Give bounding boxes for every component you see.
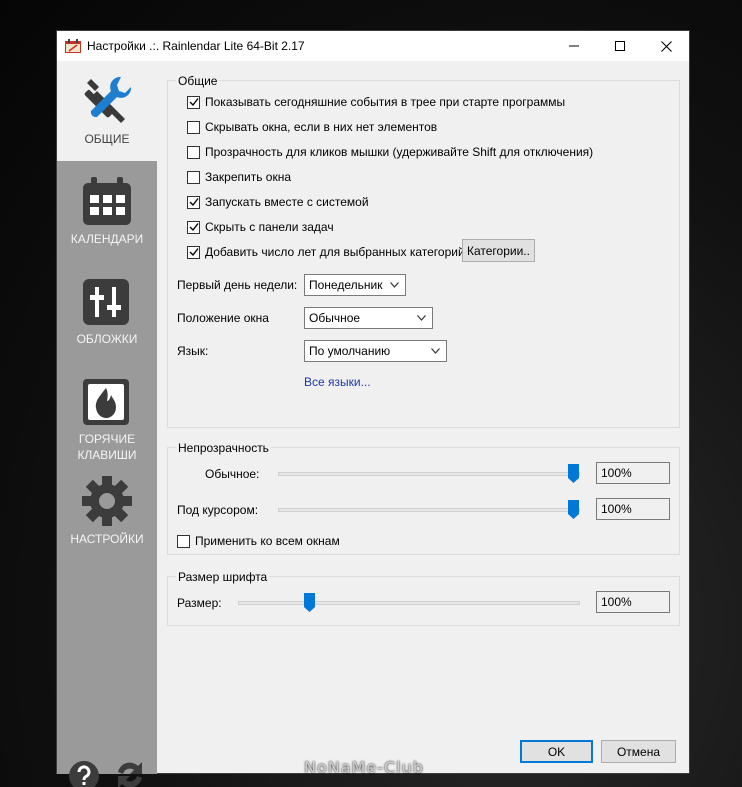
checkbox-click-through[interactable]: Прозрачность для кликов мышки (удерживай… [187,144,593,160]
checkbox-box[interactable] [187,95,200,109]
checkbox-box[interactable] [187,245,200,259]
categories-button[interactable]: Категории.. [462,239,535,262]
checkbox-apply-all-windows[interactable]: Применить ко всем окнам [177,533,340,549]
checkbox-hide-taskbar[interactable]: Скрыть с панели задач [187,219,334,235]
help-icon[interactable] [68,760,100,787]
maximize-button[interactable] [597,31,643,61]
content-panel: Общие Показывать сегодняшние события в т… [157,61,689,774]
chevron-down-icon [390,282,399,288]
flame-icon [83,379,129,425]
font-size-group-title: Размер шрифта [176,570,270,584]
opacity-hover-value[interactable]: 100% [596,498,670,520]
watermark: NoNaMe-Club [304,758,424,777]
opacity-normal-thumb[interactable] [568,464,579,483]
checkbox-hide-empty-windows[interactable]: Скрывать окна, если в них нет элементов [187,119,437,135]
sidebar-item-calendars[interactable]: КАЛЕНДАРИ [57,161,157,261]
checkbox-box[interactable] [187,170,200,184]
checkbox-autostart[interactable]: Запускать вместе с системой [187,194,369,210]
checkbox-label: Скрыть с панели задач [205,220,334,234]
sidebar-label-skins: ОБЛОЖКИ [76,332,138,346]
font-size-thumb[interactable] [304,593,315,612]
settings-window: Настройки .:. Rainlendar Lite 64-Bit 2.1… [56,30,690,787]
checkbox-label: Показывать сегодняшние события в трее пр… [205,95,566,109]
opacity-hover-track[interactable] [278,508,580,512]
sidebar-label-settings: НАСТРОЙКИ [70,532,144,546]
sidebar-label-calendars: КАЛЕНДАРИ [70,232,144,246]
checkmark-icon [189,198,199,207]
close-icon [660,40,672,52]
title-bar[interactable]: Настройки .:. Rainlendar Lite 64-Bit 2.1… [57,31,689,61]
sidebar-item-general[interactable]: ОБЩИЕ [57,61,157,161]
checkbox-add-years[interactable]: Добавить число лет для выбранных категор… [187,244,465,260]
checkbox-label: Запускать вместе с системой [205,195,369,209]
checkmark-icon [189,98,199,107]
opacity-hover-thumb[interactable] [568,500,579,519]
opacity-normal-value[interactable]: 100% [596,462,670,484]
checkbox-lock-windows[interactable]: Закрепить окна [187,169,291,185]
opacity-normal-label: Обычное: [205,467,260,481]
language-value: По умолчанию [309,344,391,358]
font-size-group: Размер шрифта Размер: 100% [167,570,680,626]
calendar-icon [83,177,131,225]
checkbox-label: Добавить число лет для выбранных категор… [205,245,465,259]
maximize-icon [615,41,625,51]
opacity-group-title: Непрозрачность [176,441,271,455]
window-position-select[interactable]: Обычное [304,307,433,329]
general-group: Общие Показывать сегодняшние события в т… [167,74,680,428]
first-day-label: Первый день недели: [177,278,298,292]
tools-icon [84,76,132,123]
opacity-hover-label: Под курсором: [177,503,259,517]
chevron-down-icon [431,348,440,354]
general-group-title: Общие [176,74,220,88]
checkbox-label: Применить ко всем окнам [195,534,340,548]
opacity-group: Непрозрачность Обычное: 100% Под курсоро… [167,441,680,555]
sidebar-item-hotkeys[interactable]: ГОРЯЧИЕ КЛАВИШИ [57,361,157,462]
font-size-label: Размер: [177,596,222,610]
language-select[interactable]: По умолчанию [304,340,447,362]
window-position-label: Положение окна [177,311,269,325]
minimize-button[interactable] [551,31,597,61]
sidebar-label-general: ОБЩИЕ [84,132,130,146]
font-size-value[interactable]: 100% [596,591,670,613]
checkbox-box[interactable] [177,534,190,548]
window-position-value: Обычное [309,311,361,325]
checkbox-box[interactable] [187,195,200,209]
window-title: Настройки .:. Rainlendar Lite 64-Bit 2.1… [87,39,305,53]
all-languages-link[interactable]: Все языки... [304,375,371,389]
checkmark-icon [189,248,199,257]
cancel-button[interactable]: Отмена [601,740,676,763]
checkbox-box[interactable] [187,120,200,134]
chevron-down-icon [417,315,426,321]
gear-icon [82,476,132,526]
sidebar-label-hotkeys-1: ГОРЯЧИЕ [78,432,136,446]
opacity-normal-track[interactable] [278,472,580,476]
checkbox-label: Прозрачность для кликов мышки (удерживай… [205,145,594,159]
minimize-icon [569,45,579,47]
font-size-track[interactable] [238,601,580,605]
sidebar: ОБЩИЕ КАЛЕНДАРИ ОБЛОЖКИ ГОРЯЧИЕ КЛАВИШИ … [57,61,157,787]
checkbox-show-today-events[interactable]: Показывать сегодняшние события в трее пр… [187,94,565,110]
sidebar-item-settings[interactable]: НАСТРОЙКИ [57,461,157,561]
language-label: Язык: [177,344,209,358]
close-button[interactable] [643,31,689,61]
ok-button[interactable]: OK [520,740,593,763]
first-day-select[interactable]: Понедельник [304,274,406,296]
app-icon [65,39,81,53]
sync-icon[interactable] [112,758,148,787]
checkbox-box[interactable] [187,145,200,159]
first-day-value: Понедельник [309,278,383,292]
checkbox-label: Закрепить окна [205,170,292,184]
checkbox-box[interactable] [187,220,200,234]
checkmark-icon [189,223,199,232]
checkbox-label: Скрывать окна, если в них нет элементов [205,120,438,134]
sidebar-item-skins[interactable]: ОБЛОЖКИ [57,261,157,361]
sliders-icon [83,279,129,325]
